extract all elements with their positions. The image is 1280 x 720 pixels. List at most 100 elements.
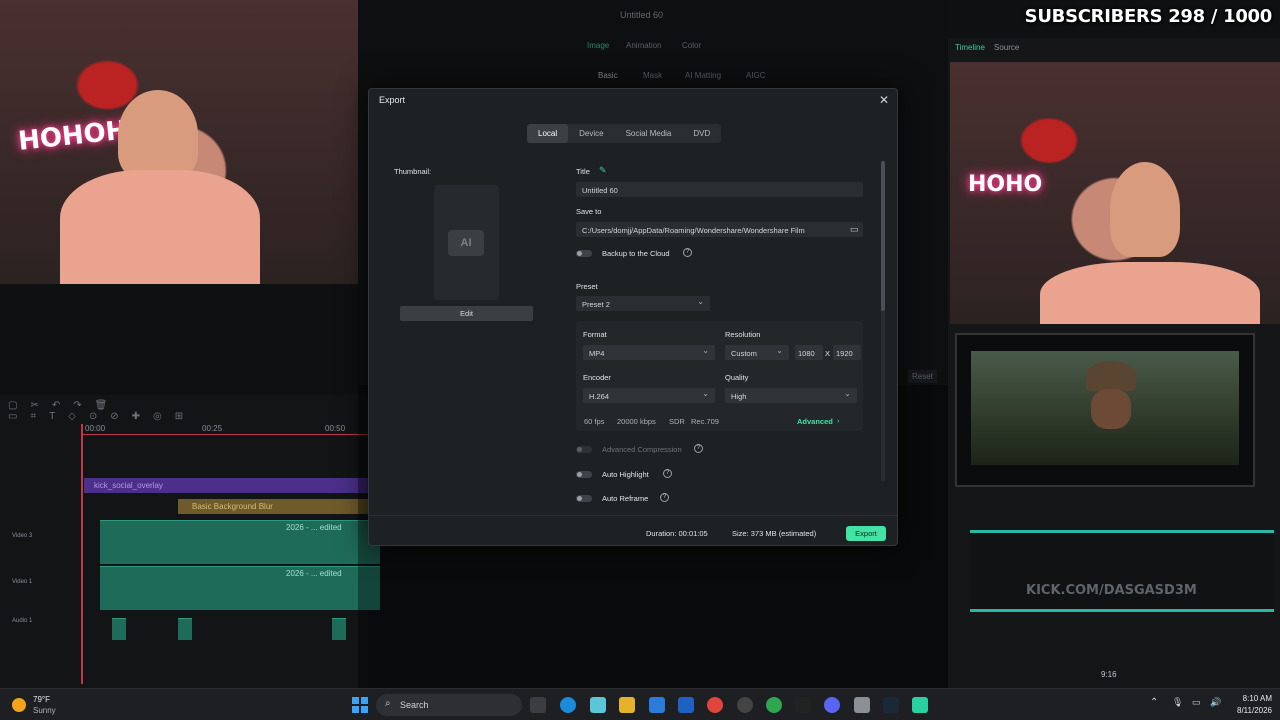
obs-icon[interactable] bbox=[795, 697, 811, 713]
advanced-link[interactable]: Advanced bbox=[797, 417, 833, 426]
game-capture-frame bbox=[955, 333, 1255, 487]
bg-blur-label: Basic Background Blur bbox=[192, 502, 273, 511]
task-view-icon[interactable] bbox=[530, 697, 546, 713]
weather-temp[interactable]: 79°F bbox=[33, 695, 50, 704]
footer-divider bbox=[369, 515, 897, 516]
social-overlay-clip[interactable]: kick_social_overlay bbox=[84, 478, 368, 493]
webcam-feed-preview: HOHO bbox=[950, 62, 1280, 324]
tab-social-media[interactable]: Social Media bbox=[615, 124, 683, 143]
taskbar: 79°F Sunny ⌕ Search ⌃ 🎙 ▭ 🔊 8:10 AM 8/11… bbox=[0, 688, 1280, 720]
filmora-icon[interactable] bbox=[912, 697, 928, 713]
auto-highlight-toggle[interactable] bbox=[576, 471, 592, 478]
ai-edit-icon[interactable]: ✎ bbox=[599, 165, 607, 176]
audio-clip-1[interactable] bbox=[112, 618, 126, 640]
export-button[interactable]: Export bbox=[846, 526, 886, 541]
auto-reframe-toggle[interactable] bbox=[576, 495, 592, 502]
file-explorer-icon[interactable] bbox=[619, 697, 635, 713]
mic-icon[interactable]: 🎙 bbox=[1172, 697, 1183, 708]
edit-thumbnail-button[interactable]: Edit bbox=[400, 306, 533, 321]
advanced-compression-toggle[interactable] bbox=[576, 446, 592, 453]
edge-icon[interactable] bbox=[560, 697, 576, 713]
export-tabs: Local Device Social Media DVD bbox=[527, 124, 722, 143]
audio-clip-2[interactable] bbox=[178, 618, 192, 640]
app-icon[interactable] bbox=[854, 697, 870, 713]
social-overlay-label: kick_social_overlay bbox=[94, 481, 163, 490]
folder-icon[interactable]: ▭ bbox=[850, 224, 859, 235]
clock-date[interactable]: 8/11/2026 bbox=[1230, 706, 1272, 715]
spec-colorspace: Rec.709 bbox=[691, 417, 719, 426]
sun-icon[interactable] bbox=[12, 698, 26, 712]
webcam-feed-main: HOHOHO bbox=[0, 0, 358, 284]
tab-source[interactable]: Source bbox=[994, 43, 1019, 52]
preview-ratio: 9:16 bbox=[1101, 670, 1117, 679]
format-label: Format bbox=[583, 330, 607, 339]
mail-icon[interactable] bbox=[649, 697, 665, 713]
thumbnail-label: Thumbnail: bbox=[394, 167, 432, 176]
github-icon[interactable] bbox=[737, 697, 753, 713]
video-clip-b[interactable]: 2026 - ... edited bbox=[100, 566, 380, 610]
chevron-right-icon[interactable]: › bbox=[837, 416, 840, 425]
search-placeholder: Search bbox=[400, 700, 429, 710]
save-to-path[interactable]: C:/Users/domjj/AppData/Roaming/Wondersha… bbox=[576, 222, 863, 237]
chrome-icon[interactable] bbox=[707, 697, 723, 713]
copilot-icon[interactable] bbox=[590, 697, 606, 713]
quality-select[interactable]: High bbox=[725, 388, 857, 403]
help-icon[interactable]: ? bbox=[663, 469, 672, 478]
close-icon[interactable]: ✕ bbox=[879, 93, 889, 107]
volume-icon[interactable]: 🔊 bbox=[1210, 697, 1221, 708]
chrome-profile-icon[interactable] bbox=[766, 697, 782, 713]
timecode-2: 00:50 bbox=[325, 424, 346, 433]
timeline-toolbar[interactable]: ▢✂↶↷🗑▭⌗T◇⊙⊘✚◎⊞ bbox=[8, 400, 308, 422]
backup-cloud-toggle[interactable] bbox=[576, 250, 592, 257]
size-text: Size: 373 MB (estimated) bbox=[732, 529, 817, 538]
playhead[interactable] bbox=[81, 424, 83, 684]
settings-scrollbar[interactable] bbox=[881, 161, 885, 481]
auto-reframe-label: Auto Reframe bbox=[602, 494, 649, 503]
audio-clip-3[interactable] bbox=[332, 618, 346, 640]
chevron-up-icon[interactable]: ⌃ bbox=[1150, 697, 1158, 708]
video-clip-a[interactable]: 2026 - ... edited bbox=[100, 520, 380, 564]
windows-start-icon[interactable] bbox=[352, 697, 368, 713]
network-icon[interactable]: ▭ bbox=[1192, 697, 1201, 708]
format-select[interactable]: MP4 bbox=[583, 345, 715, 360]
tab-device[interactable]: Device bbox=[568, 124, 614, 143]
resolution-width-input[interactable]: 1080 bbox=[795, 345, 823, 360]
search-icon: ⌕ bbox=[385, 698, 391, 709]
taskbar-search[interactable]: ⌕ Search bbox=[376, 694, 522, 716]
help-icon[interactable]: ? bbox=[683, 248, 692, 257]
resolution-mode-select[interactable]: Custom bbox=[725, 345, 789, 360]
clock-time[interactable]: 8:10 AM bbox=[1236, 694, 1272, 703]
tab-timeline[interactable]: Timeline bbox=[955, 43, 985, 52]
store-icon[interactable] bbox=[678, 697, 694, 713]
preset-select[interactable]: Preset 2 bbox=[576, 296, 710, 311]
timecode-0: 00:00 bbox=[85, 424, 106, 433]
tab-local[interactable]: Local bbox=[527, 124, 569, 143]
discord-icon[interactable] bbox=[824, 697, 840, 713]
help-icon[interactable]: ? bbox=[660, 493, 669, 502]
resolution-x: X bbox=[825, 349, 831, 358]
resolution-label: Resolution bbox=[725, 330, 761, 339]
format-settings-box bbox=[576, 321, 863, 431]
tab-dvd[interactable]: DVD bbox=[682, 124, 721, 143]
bg-blur-clip[interactable]: Basic Background Blur bbox=[178, 499, 368, 514]
subscriber-counter: SUBSCRIBERS 298 / 1000 bbox=[1024, 6, 1273, 27]
thumbnail-preview[interactable]: AI bbox=[434, 185, 499, 300]
backup-cloud-label: Backup to the Cloud bbox=[602, 249, 670, 258]
title-label: Title bbox=[576, 167, 590, 176]
encoder-select[interactable]: H.264 bbox=[583, 388, 715, 403]
auto-highlight-label: Auto Highlight bbox=[602, 470, 649, 479]
spec-bitrate: 20000 kbps bbox=[617, 417, 656, 426]
steam-icon[interactable] bbox=[883, 697, 899, 713]
video-clip-b-label: 2026 - ... edited bbox=[286, 569, 342, 578]
help-icon[interactable]: ? bbox=[694, 444, 703, 453]
advanced-compression-label: Advanced Compression bbox=[602, 445, 682, 454]
title-input[interactable]: Untitled 60 bbox=[576, 182, 863, 197]
encoder-label: Encoder bbox=[583, 373, 611, 382]
timecode-1: 00:25 bbox=[202, 424, 223, 433]
preset-label: Preset bbox=[576, 282, 598, 291]
track-label-video1: Video 1 bbox=[12, 579, 33, 585]
video-clip-a-label: 2026 - ... edited bbox=[286, 523, 342, 532]
save-to-label: Save to bbox=[576, 207, 602, 216]
resolution-height-input[interactable]: 1920 bbox=[833, 345, 861, 360]
ai-thumbnail-icon: AI bbox=[448, 230, 484, 256]
